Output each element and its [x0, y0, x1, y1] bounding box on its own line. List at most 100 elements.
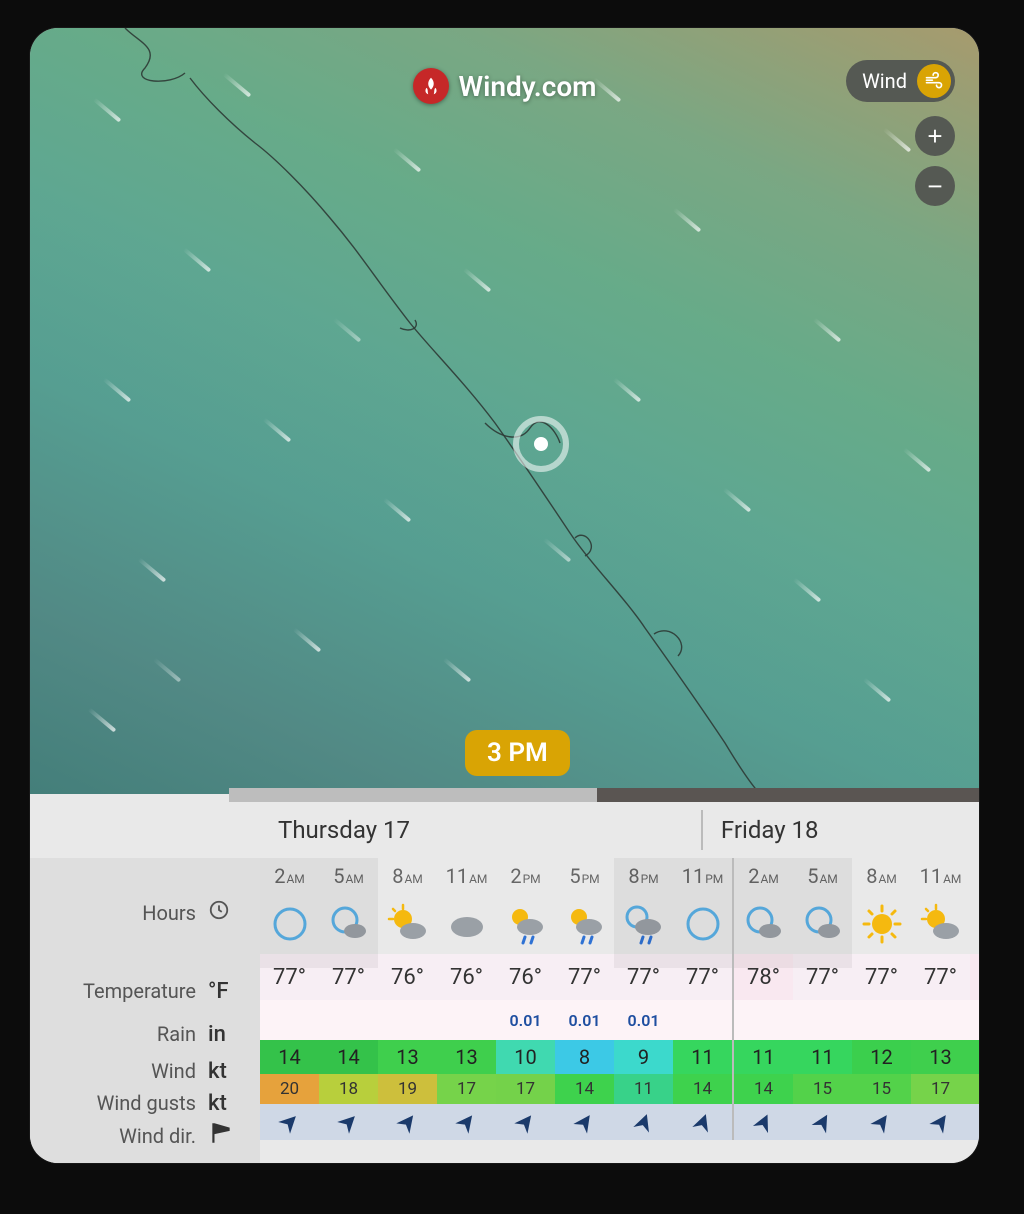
- unit-gusts: kt: [208, 1091, 248, 1116]
- forecast-column[interactable]: 8AM76°.1319: [378, 858, 437, 1140]
- weather-icon: [979, 894, 980, 954]
- wind-value: 12: [852, 1040, 911, 1074]
- rain-value: .: [734, 1000, 793, 1040]
- label-wind-dir: Wind dir.: [119, 1124, 196, 1148]
- wind-value: 8: [555, 1040, 614, 1074]
- timeline-future: [597, 788, 979, 802]
- wind-direction-arrow: [614, 1104, 673, 1140]
- label-wind: Wind: [151, 1059, 196, 1083]
- rain-value: .: [378, 1000, 437, 1040]
- zoom-out-button[interactable]: −: [915, 166, 955, 206]
- wind-value: 14: [260, 1040, 319, 1074]
- timeline-past: [229, 788, 596, 802]
- gusts-value: 14: [673, 1074, 732, 1104]
- brand: Windy.com: [413, 68, 597, 104]
- row-labels: Hours Temperature °F Rain in Wind kt Win…: [30, 802, 260, 1163]
- forecast-column[interactable]: 2PM78°.1317: [970, 858, 979, 1140]
- weather-icon: [328, 894, 370, 954]
- gusts-value: 19: [378, 1074, 437, 1104]
- gusts-value: 11: [614, 1074, 673, 1104]
- rain-value: .: [911, 1000, 970, 1040]
- temperature-value: 76°: [437, 954, 496, 1000]
- wind-direction-arrow: [734, 1104, 793, 1140]
- gusts-value: 17: [970, 1074, 979, 1104]
- forecast-column[interactable]: 2AM 77°.1420: [260, 858, 319, 1140]
- rain-value: 0.01: [614, 1000, 673, 1040]
- weather-icon: [269, 894, 311, 954]
- weather-icon: [743, 894, 785, 954]
- temperature-value: 77°: [555, 954, 614, 1000]
- label-hours: Hours: [142, 901, 196, 925]
- hour-label: 5PM: [569, 864, 599, 888]
- time-indicator[interactable]: 3 PM: [465, 730, 570, 776]
- rain-value: .: [437, 1000, 496, 1040]
- wind-value: 11: [734, 1040, 793, 1074]
- day-header[interactable]: Friday 18: [703, 802, 979, 858]
- rain-value: .: [319, 1000, 378, 1040]
- hour-label: 8AM: [392, 864, 423, 888]
- forecast-column[interactable]: 8PM77°0.01911: [614, 858, 673, 1140]
- wind-value: 11: [793, 1040, 852, 1074]
- forecast-column[interactable]: 2AM78°.1114: [732, 858, 793, 1140]
- rain-value: .: [260, 1000, 319, 1040]
- wind-direction-arrow: [319, 1104, 378, 1140]
- temperature-value: 76°: [496, 954, 555, 1000]
- wind-direction-arrow: [437, 1104, 496, 1140]
- hour-label: 2PM: [510, 864, 540, 888]
- weather-icon: [505, 894, 547, 954]
- rain-value: .: [673, 1000, 732, 1040]
- wind-direction-arrow: [260, 1104, 319, 1140]
- forecast-column[interactable]: 5PM77°0.01814: [555, 858, 614, 1140]
- gusts-value: 15: [793, 1074, 852, 1104]
- gusts-value: 17: [496, 1074, 555, 1104]
- timeline-track[interactable]: [30, 788, 979, 802]
- forecast-column[interactable]: 11AM77°.1317: [911, 858, 970, 1140]
- wind-value: 14: [319, 1040, 378, 1074]
- wind-direction-arrow: [911, 1104, 970, 1140]
- wind-direction-arrow: [555, 1104, 614, 1140]
- weather-icon: [564, 894, 606, 954]
- location-marker[interactable]: [513, 416, 569, 472]
- forecast-column[interactable]: 11AM76°.1317: [437, 858, 496, 1140]
- label-temperature: Temperature: [83, 979, 196, 1003]
- weather-icon: [682, 894, 724, 954]
- label-gusts: Wind gusts: [97, 1091, 196, 1115]
- wind-value: 13: [437, 1040, 496, 1074]
- forecast-column[interactable]: 5AM77°.1418: [319, 858, 378, 1140]
- day-header[interactable]: Thursday 17: [260, 802, 701, 858]
- forecast-column[interactable]: 11PM77°.1114: [673, 858, 732, 1140]
- wind-direction-arrow: [852, 1104, 911, 1140]
- forecast-column[interactable]: 2PM76°0.011017: [496, 858, 555, 1140]
- weather-icon: [387, 894, 429, 954]
- forecast-scroll[interactable]: Thursday 17Friday 18 2AM77°.14205AM77°.1…: [260, 802, 979, 1163]
- windsock-icon: [208, 1120, 248, 1152]
- timeline-gap: [30, 788, 229, 802]
- temperature-value: 77°: [852, 954, 911, 1000]
- temperature-value: 78°: [734, 954, 793, 1000]
- gusts-value: 17: [911, 1074, 970, 1104]
- weather-icon: [920, 894, 962, 954]
- hour-label: 11AM: [446, 864, 488, 888]
- wind-value: 11: [673, 1040, 732, 1074]
- forecast-column[interactable]: 5AM77°.1115: [793, 858, 852, 1140]
- wind-direction-arrow: [378, 1104, 437, 1140]
- temperature-value: 77°: [260, 954, 319, 1000]
- weather-icon: [802, 894, 844, 954]
- temperature-value: 77°: [614, 954, 673, 1000]
- wind-map[interactable]: Windy.com Wind + − 3 PM: [30, 28, 979, 794]
- weather-icon: [861, 894, 903, 954]
- brand-name: Windy.com: [459, 70, 597, 103]
- forecast-column[interactable]: 8AM77°.1215: [852, 858, 911, 1140]
- gusts-value: 15: [852, 1074, 911, 1104]
- wind-value: 13: [970, 1040, 979, 1074]
- zoom-in-button[interactable]: +: [915, 116, 955, 156]
- unit-wind: kt: [208, 1059, 248, 1084]
- layer-label: Wind: [862, 69, 907, 93]
- gusts-value: 20: [260, 1074, 319, 1104]
- weather-icon: [623, 894, 665, 954]
- layer-selector[interactable]: Wind: [846, 60, 955, 102]
- hour-label: 2AM: [274, 864, 305, 888]
- rain-value: 0.01: [555, 1000, 614, 1040]
- hour-label: 5AM: [807, 864, 838, 888]
- hour-label: 8AM: [866, 864, 897, 888]
